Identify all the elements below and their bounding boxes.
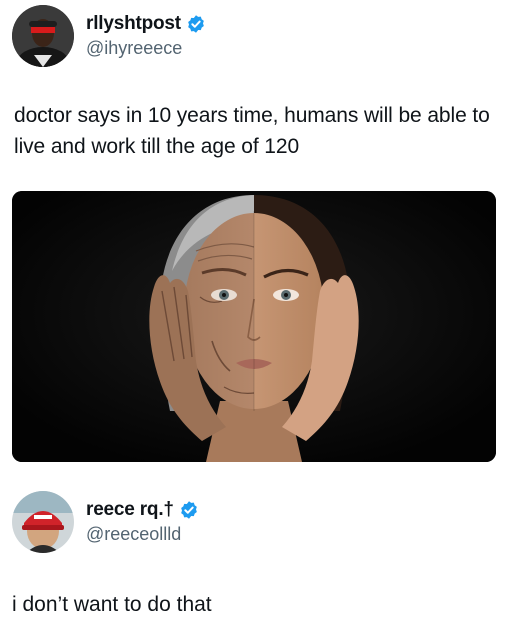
tweet-text: doctor says in 10 years time, humans wil… bbox=[14, 104, 490, 158]
name-block: reece rq.† @reeceollld bbox=[86, 498, 199, 546]
reply-text: i don’t want to do that bbox=[12, 593, 212, 616]
display-name[interactable]: rllyshtpost bbox=[86, 12, 181, 36]
name-row: rllyshtpost bbox=[86, 12, 206, 36]
verified-badge-icon bbox=[180, 501, 197, 519]
half-aged-face-photo bbox=[12, 191, 496, 462]
display-name[interactable]: reece rq.† bbox=[86, 498, 174, 522]
handle[interactable]: @ihyreeece bbox=[86, 36, 206, 60]
avatar[interactable] bbox=[12, 491, 74, 553]
name-block: rllyshtpost @ihyreeece bbox=[86, 12, 206, 60]
avatar[interactable] bbox=[12, 5, 74, 67]
handle[interactable]: @reeceollld bbox=[86, 522, 199, 546]
name-row: reece rq.† bbox=[86, 498, 199, 522]
reply-header: reece rq.† @reeceollld bbox=[12, 490, 199, 554]
verified-badge-icon bbox=[188, 15, 204, 33]
avatar-image bbox=[12, 5, 74, 67]
tweet-media[interactable] bbox=[12, 191, 496, 462]
reply-avatar-image bbox=[12, 491, 74, 553]
post-header: rllyshtpost @ihyreeece bbox=[12, 4, 206, 68]
